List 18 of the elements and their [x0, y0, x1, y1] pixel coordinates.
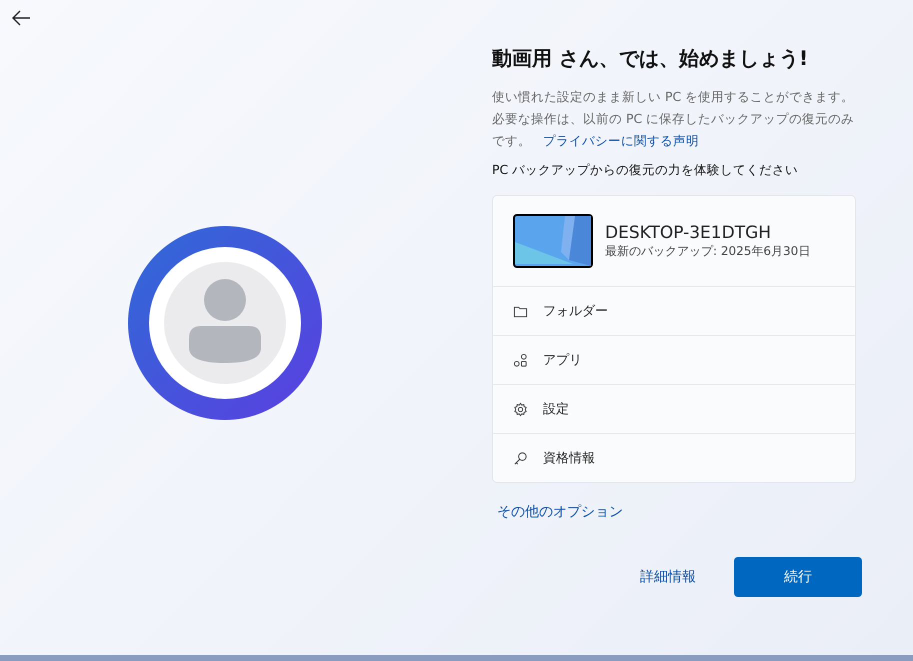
user-avatar-icon — [128, 226, 322, 420]
backup-item[interactable]: フォルダー — [493, 287, 855, 336]
subheading: PC バックアップからの復元の力を体験してください — [492, 162, 800, 179]
privacy-link[interactable]: プライバシーに関する声明 — [542, 133, 699, 148]
device-name: DESKTOP-3E1DTGH — [605, 222, 772, 242]
description-text: 使い慣れた設定のまま新しい PC を使用することができます。必要な操作は、以前の PC に保存したバックアップの復元のみです。 プライバシーに関する声明 — [492, 88, 856, 150]
page-title: 動画用 さん、では、始めましょう! — [492, 45, 810, 72]
continue-button[interactable]: 続行 — [734, 557, 862, 597]
backup-item[interactable]: 設定 — [493, 385, 855, 434]
last-backup-text: 最新のバックアップ: 2025年6月30日 — [605, 242, 810, 260]
settings-icon — [513, 402, 528, 416]
back-arrow-icon[interactable] — [11, 10, 31, 26]
apps-icon — [513, 352, 528, 368]
key-icon — [513, 450, 528, 466]
backup-item[interactable]: 資格情報 — [493, 434, 855, 482]
more-options-link[interactable]: その他のオプション — [497, 503, 623, 521]
backup-item[interactable]: アプリ — [493, 336, 855, 385]
learn-more-link[interactable]: 詳細情報 — [640, 568, 696, 586]
